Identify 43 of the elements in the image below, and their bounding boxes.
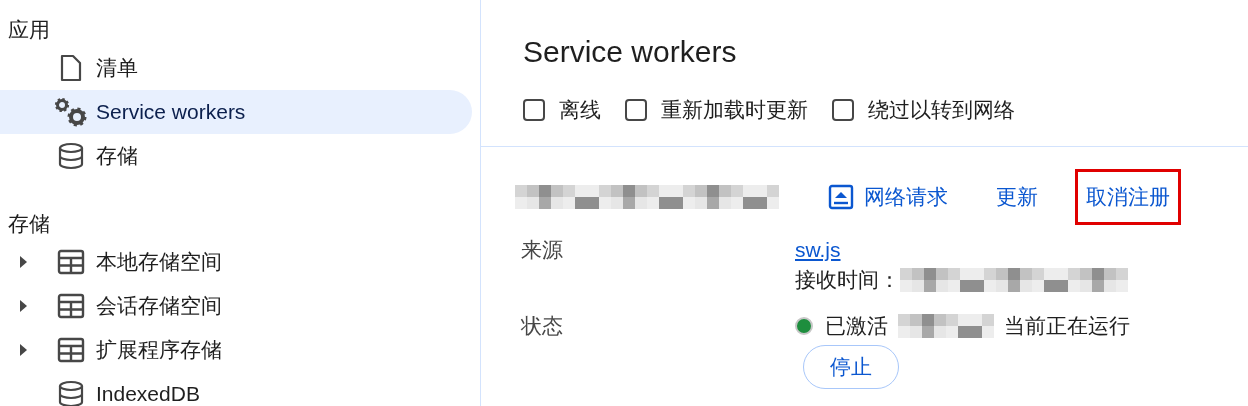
item-label: 会话存储空间 — [96, 293, 222, 320]
table-icon — [57, 337, 85, 363]
table-icon — [57, 249, 85, 275]
item-label: IndexedDB — [96, 381, 200, 406]
item-label: Service workers — [96, 99, 246, 126]
section-header: 存储 — [7, 211, 51, 237]
action-button[interactable]: 更新 — [985, 168, 1049, 225]
expand-arrow-icon[interactable] — [18, 343, 28, 357]
gears-icon — [54, 97, 88, 127]
sidebar-item[interactable]: 存储 — [0, 134, 472, 178]
page-title: Service workers — [523, 34, 738, 70]
file-icon — [60, 54, 82, 82]
item-label: 本地存储空间 — [96, 249, 222, 276]
checkbox[interactable] — [523, 98, 545, 121]
sidebar-item[interactable]: 清单 — [0, 46, 472, 90]
received-time-label: 接收时间： — [795, 266, 900, 293]
status-text: 已激活 — [825, 312, 888, 339]
expand-arrow-icon[interactable] — [18, 299, 28, 313]
checkbox[interactable] — [832, 98, 854, 121]
item-label: 存储 — [96, 143, 138, 170]
expand-arrow-icon[interactable] — [18, 255, 28, 269]
database-icon — [57, 142, 85, 170]
database-icon — [57, 380, 85, 406]
running-text: 当前正在运行 — [1004, 312, 1130, 339]
item-label: 清单 — [96, 55, 138, 82]
sidebar-item[interactable]: IndexedDB — [0, 372, 472, 406]
checkbox-label: 离线 — [559, 97, 601, 123]
table-icon — [57, 293, 85, 319]
sidebar-item[interactable]: 本地存储空间 — [0, 240, 472, 284]
section-header: 应用 — [7, 17, 51, 43]
network-requests-button[interactable]: 网络请求 — [817, 168, 959, 225]
field-label: 状态 — [520, 312, 564, 339]
action-button[interactable]: 取消注册 — [1075, 168, 1181, 225]
field-label: 来源 — [520, 236, 564, 263]
sidebar-item[interactable]: 会话存储空间 — [0, 284, 472, 328]
item-label: 扩展程序存储 — [96, 337, 222, 364]
sidebar-item[interactable]: 扩展程序存储 — [0, 328, 472, 372]
upload-icon — [828, 183, 854, 210]
checkbox[interactable] — [625, 98, 647, 121]
sidebar-item[interactable]: Service workers — [0, 90, 472, 134]
checkbox-label: 重新加载时更新 — [661, 97, 808, 123]
checkbox-label: 绕过以转到网络 — [868, 97, 1015, 123]
script-link[interactable]: sw.js — [795, 237, 841, 261]
